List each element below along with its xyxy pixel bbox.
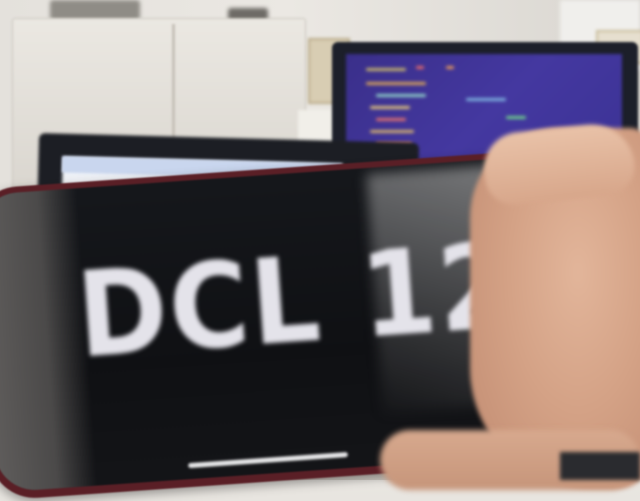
- box-on-cabinet: [50, 0, 140, 20]
- keyboard-corner: [560, 452, 640, 480]
- home-indicator: [188, 452, 348, 469]
